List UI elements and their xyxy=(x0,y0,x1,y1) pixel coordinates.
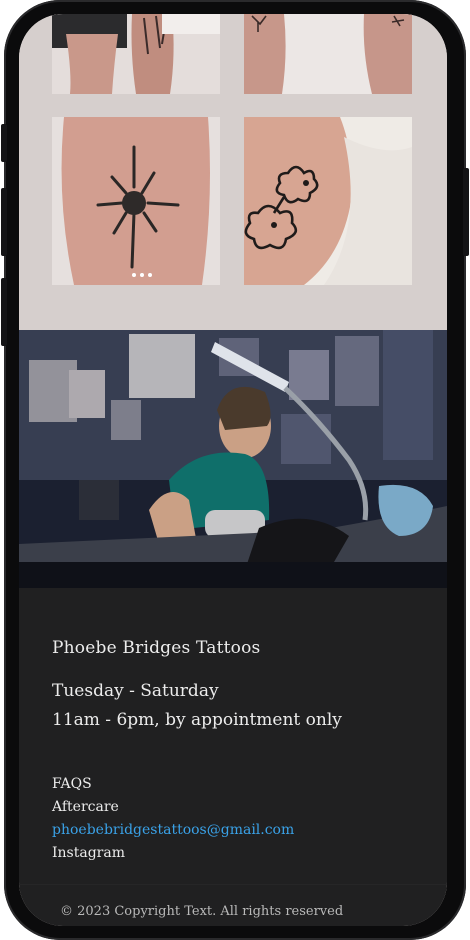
footer-divider xyxy=(19,884,447,885)
power-button xyxy=(463,168,469,256)
gallery-image-star-tattoo[interactable] xyxy=(52,117,220,285)
footer-links: FAQS Aftercare phoebebridgestattoos@gmai… xyxy=(52,773,294,865)
opening-hours: 11am - 6pm, by appointment only xyxy=(52,710,342,730)
gallery-image-arms[interactable] xyxy=(244,14,412,94)
mute-switch xyxy=(1,124,7,162)
faqs-link[interactable]: FAQS xyxy=(52,773,294,796)
brand-name: Phoebe Bridges Tattoos xyxy=(52,638,261,658)
studio-photo xyxy=(19,330,447,588)
instagram-link[interactable]: Instagram xyxy=(52,842,294,865)
copyright-text: © 2023 Copyright Text. All rights reserv… xyxy=(60,904,344,919)
aftercare-link[interactable]: Aftercare xyxy=(52,796,294,819)
gallery-image-legs[interactable] xyxy=(52,14,220,94)
opening-days: Tuesday - Saturday xyxy=(52,681,219,701)
site-footer: Phoebe Bridges Tattoos Tuesday - Saturda… xyxy=(19,588,447,926)
phone-screen: Phoebe Bridges Tattoos Tuesday - Saturda… xyxy=(19,14,447,926)
email-link[interactable]: phoebebridgestattoos@gmail.com xyxy=(52,819,294,842)
volume-down-button xyxy=(1,278,7,346)
tattoo-gallery xyxy=(19,14,447,330)
volume-up-button xyxy=(1,188,7,256)
gallery-image-flower-tattoo[interactable] xyxy=(244,117,412,285)
